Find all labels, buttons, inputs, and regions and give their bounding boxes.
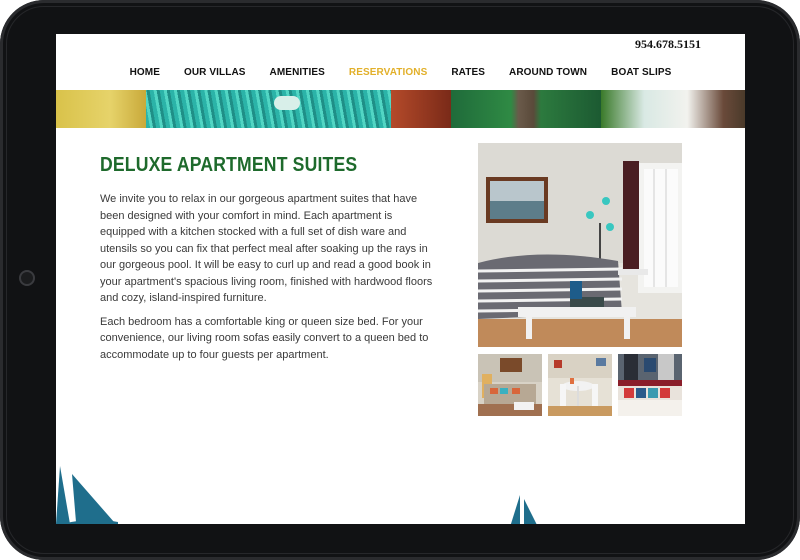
sailboat-icon: [56, 466, 118, 524]
nav-item-home[interactable]: HOME: [130, 67, 160, 78]
banner-pool-deck: [601, 90, 745, 128]
nav-item-around-town[interactable]: AROUND TOWN: [509, 67, 587, 78]
description-paragraph: Each bedroom has a comfortable king or q…: [100, 315, 429, 361]
home-button[interactable]: [19, 270, 35, 286]
description-paragraph: We invite you to relax in our gorgeous a…: [100, 193, 433, 304]
banner-yellow-wall: [56, 90, 146, 128]
nav-item-rates[interactable]: RATES: [451, 67, 485, 78]
thumbnail-bedroom[interactable]: [618, 354, 682, 416]
tablet-device-frame: 954.678.5151 HOME OUR VILLAS AMENITIES R…: [0, 0, 800, 560]
banner-red-shutter: [391, 90, 451, 128]
thumbnail-living-room[interactable]: [478, 354, 542, 416]
nav-item-amenities[interactable]: AMENITIES: [270, 67, 325, 78]
banner-mural-cloud: [274, 96, 300, 110]
banner-mural: [146, 90, 391, 128]
main-navigation: HOME OUR VILLAS AMENITIES RESERVATIONS R…: [56, 67, 745, 78]
thumbnail-kitchen[interactable]: [548, 354, 612, 416]
header-banner-image: [56, 90, 745, 128]
nav-item-boat-slips[interactable]: BOAT SLIPS: [611, 67, 671, 78]
nav-item-reservations[interactable]: RESERVATIONS: [349, 67, 427, 78]
sailboat-icon: [510, 495, 537, 524]
page-title: DELUXE APARTMENT SUITES: [100, 154, 358, 176]
living-room-photo[interactable]: [478, 143, 682, 347]
banner-palm-trunk: [451, 90, 601, 128]
nav-item-our-villas[interactable]: OUR VILLAS: [184, 67, 246, 78]
website-screen: 954.678.5151 HOME OUR VILLAS AMENITIES R…: [56, 34, 745, 524]
main-content: DELUXE APARTMENT SUITES We invite you to…: [100, 154, 440, 370]
phone-number[interactable]: 954.678.5151: [635, 37, 701, 52]
